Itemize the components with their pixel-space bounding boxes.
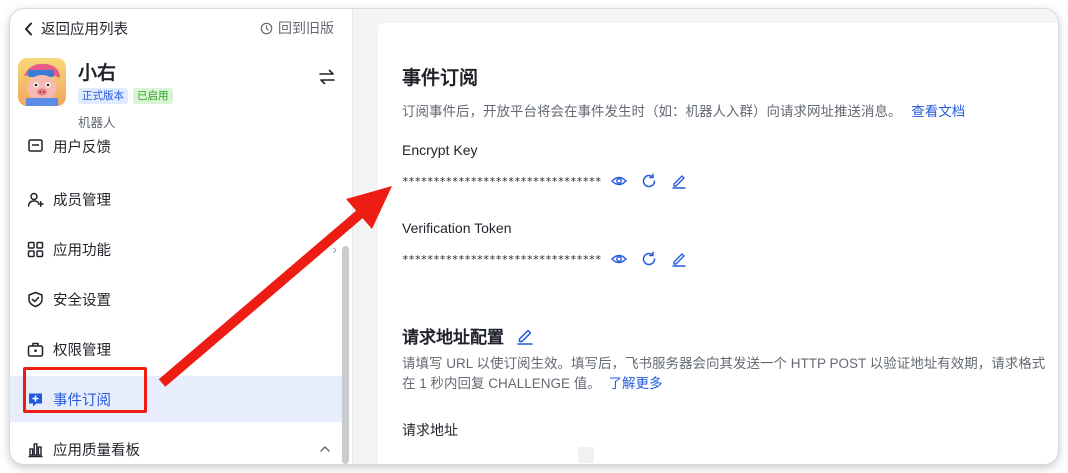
main-content: 事件订阅 订阅事件后，开放平台将会在事件发生时（如：机器人入群）向请求网址推送消… — [353, 9, 1058, 464]
request-desc-line2: 在 1 秒内回复 CHALLENGE 值。 — [402, 376, 601, 391]
sidebar-topbar: 返回应用列表 回到旧版 — [10, 9, 352, 45]
verification-token-row: ******************************** — [402, 251, 687, 267]
feedback-icon — [27, 138, 44, 155]
chevron-left-icon — [25, 22, 32, 35]
sidebar-item-quality-dashboard[interactable]: 应用质量看板 — [10, 426, 343, 464]
encrypt-key-value: ******************************** — [402, 174, 602, 188]
sidebar-nav: 用户反馈 成员管理 应用功能 › 安全设置 权限管理 事件订阅 应用质量看板 — [10, 133, 343, 464]
request-desc-line2-wrap: 在 1 秒内回复 CHALLENGE 值。 了解更多 — [402, 374, 1058, 394]
page-title: 事件订阅 — [402, 68, 479, 89]
sidebar-item-security[interactable]: 安全设置 — [10, 276, 343, 322]
eye-icon[interactable] — [611, 251, 628, 267]
sidebar: 返回应用列表 回到旧版 小右 正式版本 已启用 机器人 用户反馈 成员管理 应用… — [10, 9, 353, 464]
refresh-icon[interactable] — [641, 251, 657, 267]
sidebar-item-label: 权限管理 — [53, 342, 111, 359]
app-name: 小右 — [78, 63, 117, 84]
edit-icon[interactable] — [516, 327, 534, 345]
event-icon — [27, 391, 44, 408]
request-config-title: 请求地址配置 — [402, 323, 534, 348]
view-docs-link[interactable]: 查看文档 — [911, 104, 965, 119]
sidebar-item-members[interactable]: 成员管理 — [10, 176, 343, 222]
app-card: 小右 正式版本 已启用 机器人 — [10, 53, 352, 133]
bar-chart-icon — [27, 441, 44, 458]
refresh-icon[interactable] — [641, 173, 657, 189]
switch-app-icon[interactable] — [318, 69, 336, 85]
app-window: 返回应用列表 回到旧版 小右 正式版本 已启用 机器人 用户反馈 成员管理 应用… — [10, 9, 1058, 464]
old-version-link[interactable]: 回到旧版 — [260, 18, 334, 38]
sidebar-item-event-subscription[interactable]: 事件订阅 — [10, 376, 343, 422]
sidebar-item-label: 用户反馈 — [53, 139, 111, 156]
sidebar-item-app-features[interactable]: 应用功能 › — [10, 226, 343, 272]
edit-icon[interactable] — [671, 173, 687, 189]
edit-icon[interactable] — [671, 251, 687, 267]
encrypt-key-row: ******************************** — [402, 173, 687, 189]
verification-token-value: ******************************** — [402, 252, 602, 266]
request-config-title-text: 请求地址配置 — [402, 328, 504, 347]
sidebar-item-label: 应用功能 — [53, 242, 111, 259]
encrypt-key-label: Encrypt Key — [402, 142, 478, 158]
chevron-up-icon — [320, 446, 330, 452]
event-subscription-panel: 事件订阅 订阅事件后，开放平台将会在事件发生时（如：机器人入群）向请求网址推送消… — [378, 23, 1058, 464]
sidebar-item-permissions[interactable]: 权限管理 — [10, 326, 343, 372]
sidebar-item-label: 成员管理 — [53, 192, 111, 209]
history-icon — [260, 22, 273, 34]
briefcase-icon — [27, 341, 44, 358]
description-text: 订阅事件后，开放平台将会在事件发生时（如：机器人入群）向请求网址推送消息。 — [402, 104, 902, 119]
learn-more-link[interactable]: 了解更多 — [609, 376, 663, 391]
sidebar-item-label: 安全设置 — [53, 292, 111, 309]
member-icon — [27, 191, 44, 208]
back-to-app-list-link[interactable]: 返回应用列表 — [23, 18, 128, 39]
old-version-label: 回到旧版 — [278, 20, 334, 36]
sidebar-item-feedback[interactable]: 用户反馈 — [10, 133, 343, 169]
page-description: 订阅事件后，开放平台将会在事件发生时（如：机器人入群）向请求网址推送消息。 查看… — [402, 100, 965, 120]
back-label: 返回应用列表 — [41, 22, 128, 38]
verification-token-label: Verification Token — [402, 220, 512, 236]
request-url-input[interactable] — [578, 447, 594, 463]
sidebar-scrollbar[interactable] — [342, 246, 349, 464]
app-badges: 正式版本 已启用 — [78, 88, 173, 104]
request-desc-line1: 请填写 URL 以使订阅生效。填写后，飞书服务器会向其发送一个 HTTP POS… — [402, 356, 1046, 371]
shield-icon — [27, 291, 44, 308]
sidebar-item-label: 事件订阅 — [53, 392, 111, 409]
chevron-right-icon: › — [332, 241, 337, 257]
release-badge: 正式版本 — [78, 88, 128, 104]
sidebar-item-label: 应用质量看板 — [53, 442, 140, 459]
grid-icon — [27, 241, 44, 258]
status-badge: 已启用 — [133, 88, 173, 104]
eye-icon[interactable] — [611, 173, 628, 189]
app-avatar — [18, 58, 66, 106]
request-config-description: 请填写 URL 以使订阅生效。填写后，飞书服务器会向其发送一个 HTTP POS… — [402, 354, 1058, 394]
request-url-label: 请求地址 — [402, 422, 458, 438]
app-type: 机器人 — [78, 116, 116, 130]
